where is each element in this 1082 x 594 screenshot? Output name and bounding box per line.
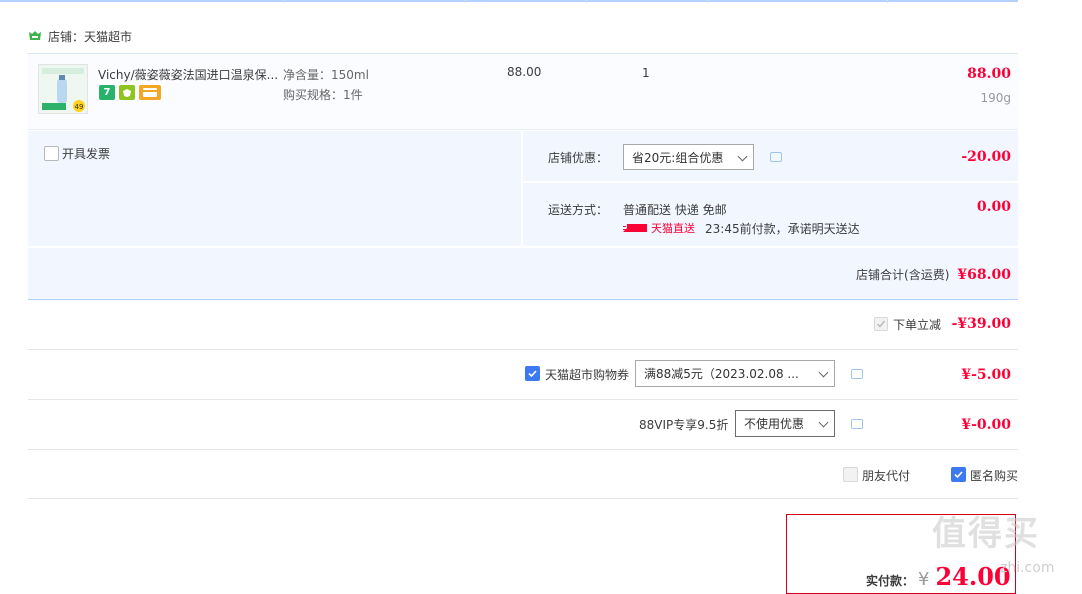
shop-name[interactable]: 店铺：天猫超市 bbox=[48, 28, 132, 45]
shop-discount-label: 店铺优惠： bbox=[548, 151, 609, 165]
tmall-direct-icon bbox=[623, 223, 647, 232]
delivery-promise: 23:45前付款，承诺明天送达 bbox=[705, 222, 860, 236]
panel-divider bbox=[523, 181, 1018, 183]
friend-pay-checkbox[interactable] bbox=[843, 467, 858, 482]
shop-discount-amount: -20.00 bbox=[961, 149, 1011, 165]
coupon-amount: ¥-5.00 bbox=[961, 367, 1011, 383]
coupon-checkbox[interactable] bbox=[525, 366, 540, 381]
friend-pay-label[interactable]: 朋友代付 bbox=[862, 467, 910, 484]
header-divider bbox=[586, 0, 587, 3]
shipping-label: 运送方式： bbox=[548, 203, 609, 217]
row-divider bbox=[28, 449, 1018, 450]
chevron-down-icon bbox=[737, 151, 748, 162]
vip-label: 88VIP专享9.5折 bbox=[639, 418, 729, 432]
payment-currency: ¥ bbox=[918, 569, 930, 590]
shop-total-label: 店铺合计(含运费) bbox=[856, 268, 950, 282]
product-title[interactable]: Vichy/薇姿薇姿法国进口温泉保... bbox=[98, 66, 280, 83]
message-icon[interactable] bbox=[851, 419, 863, 429]
header-divider bbox=[887, 0, 888, 3]
anonymous-label[interactable]: 匿名购买 bbox=[970, 467, 1018, 484]
row-divider bbox=[28, 498, 1018, 499]
header-divider bbox=[283, 0, 284, 3]
vip-select[interactable]: 不使用优惠 bbox=[735, 410, 835, 437]
payment-total: 实付款： ¥ 24.00 bbox=[866, 562, 1011, 591]
coupon-label[interactable]: 天猫超市购物券 bbox=[545, 366, 629, 383]
vip-amount: ¥-0.00 bbox=[961, 417, 1011, 433]
panel-divider bbox=[521, 131, 523, 247]
invoice-label[interactable]: 开具发票 bbox=[62, 145, 110, 162]
product-spec-volume: 净含量：150ml bbox=[283, 68, 369, 82]
table-header-line bbox=[0, 0, 1018, 2]
message-icon[interactable] bbox=[851, 369, 863, 379]
item-subtotal: 88.00 bbox=[967, 66, 1011, 82]
panel-divider bbox=[28, 246, 1018, 248]
instant-discount-checkbox bbox=[874, 317, 888, 331]
watermark-url: zhi.com bbox=[1000, 560, 1055, 576]
row-divider bbox=[28, 399, 1018, 400]
shop-row: 店铺：天猫超市 bbox=[28, 27, 132, 45]
chevron-down-icon bbox=[818, 367, 829, 378]
tmall-direct-badge: 天猫直送 bbox=[623, 220, 695, 235]
shop-icon bbox=[28, 30, 42, 42]
shipping-method: 普通配送 快递 免邮 bbox=[623, 203, 727, 217]
tmall-direct-text: 天猫直送 bbox=[651, 221, 695, 235]
instant-discount-amount: -¥39.00 bbox=[951, 316, 1011, 332]
anonymous-checkbox[interactable] bbox=[951, 467, 966, 482]
guarantee-icon bbox=[119, 85, 135, 100]
message-icon[interactable] bbox=[770, 152, 782, 162]
thumb-price-tag: 49 bbox=[75, 103, 84, 111]
invoice-checkbox[interactable] bbox=[44, 146, 59, 161]
product-spec-quantity: 购买规格：1件 bbox=[283, 88, 363, 102]
coupon-value: 满88减5元（2023.02.08 ... bbox=[644, 367, 799, 381]
item-quantity: 1 bbox=[642, 66, 650, 80]
chevron-down-icon bbox=[818, 417, 829, 428]
shipping-amount: 0.00 bbox=[976, 199, 1011, 215]
header-divider bbox=[465, 0, 466, 3]
watermark-logo: 值得买 bbox=[932, 514, 1040, 554]
vip-value: 不使用优惠 bbox=[744, 417, 805, 431]
shop-total: 店铺合计(含运费) ¥68.00 bbox=[780, 266, 1011, 283]
unit-price: 88.00 bbox=[507, 65, 542, 79]
header-divider bbox=[707, 0, 708, 3]
payment-label: 实付款： bbox=[866, 574, 915, 588]
coupon-select[interactable]: 满88减5元（2023.02.08 ... bbox=[635, 360, 835, 387]
product-thumbnail[interactable]: 49 bbox=[38, 64, 88, 114]
item-weight: 190g bbox=[980, 91, 1011, 105]
seven-day-return-icon: 7 bbox=[99, 85, 115, 100]
shop-discount-value: 省20元:组合优惠 bbox=[632, 150, 724, 165]
row-divider bbox=[28, 349, 1018, 350]
card-payment-icon bbox=[139, 85, 161, 100]
shop-total-amount: ¥68.00 bbox=[957, 266, 1011, 283]
shop-discount-select[interactable]: 省20元:组合优惠 bbox=[623, 144, 754, 170]
